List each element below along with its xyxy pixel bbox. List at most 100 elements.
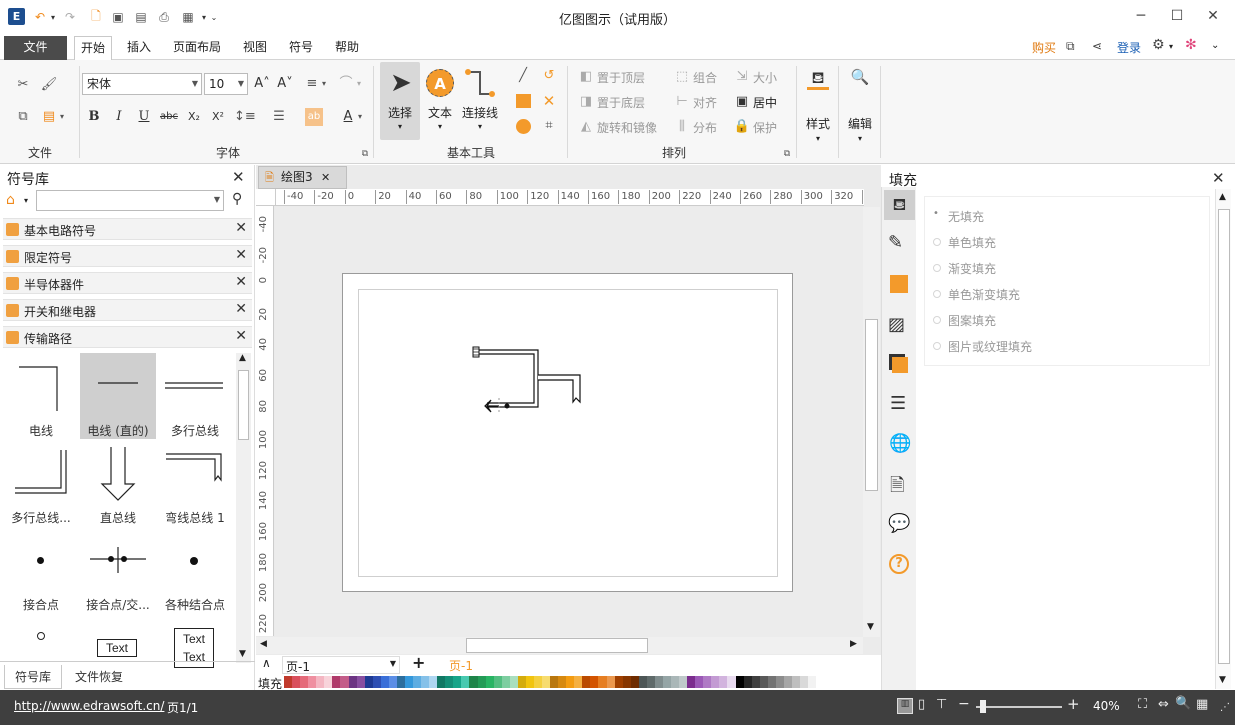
gear-icon[interactable]: ⚙ <box>1152 37 1165 53</box>
color-swatch[interactable] <box>767 676 776 688</box>
grow-font-icon[interactable]: A˄ <box>253 75 271 93</box>
color-swatch[interactable] <box>525 676 534 688</box>
edit-button[interactable]: 🔍 编辑 ▾ <box>845 68 875 148</box>
center-button[interactable]: 居中 <box>753 94 777 111</box>
shape-junction-cross[interactable]: 接合点/交... <box>80 527 156 613</box>
color-swatch[interactable] <box>396 676 405 688</box>
collapse-ribbon-icon[interactable]: ⌄ <box>1211 40 1219 51</box>
paste-icon[interactable]: ▤ <box>40 108 58 126</box>
color-swatch[interactable] <box>542 676 551 688</box>
close-icon[interactable]: ✕ <box>235 301 247 317</box>
attachment-icon[interactable]: 🗎 <box>890 473 904 503</box>
close-icon[interactable]: ✕ <box>235 220 247 236</box>
shape-open-circle[interactable] <box>3 614 79 650</box>
shape-multiline-bus-2[interactable]: 多行总线... <box>3 440 79 526</box>
copy-icon[interactable]: ⧉ <box>14 108 32 126</box>
select-tool-button[interactable]: ➤ 选择 ▾ <box>380 62 420 140</box>
shape-text-box[interactable]: Text <box>80 614 156 657</box>
page-tab-active[interactable]: 页-1 <box>449 657 473 674</box>
color-swatch[interactable] <box>461 676 470 688</box>
fill-panel-scrollbar[interactable]: ▲ ▼ <box>1215 189 1231 689</box>
fill-tool-icon[interactable]: ⛾ <box>884 190 915 220</box>
color-swatch[interactable] <box>509 676 518 688</box>
color-swatch[interactable] <box>582 676 591 688</box>
close-icon[interactable]: ✕ <box>321 167 330 188</box>
color-swatch[interactable] <box>308 676 317 688</box>
tab-home[interactable]: 开始 <box>74 36 113 61</box>
tab-symbol-library[interactable]: 符号库 <box>4 665 63 689</box>
library-item[interactable]: 基本电路符号 ✕ <box>3 218 252 240</box>
color-swatch[interactable] <box>751 676 760 688</box>
close-icon[interactable]: ✕ <box>235 247 247 263</box>
view-page-icon[interactable]: ▯ <box>918 697 925 712</box>
protect-button[interactable]: 保护 <box>753 119 777 136</box>
italic-button[interactable]: I <box>110 108 128 126</box>
send-to-back-button[interactable]: 置于底层 <box>597 94 645 111</box>
shape-straight-bus[interactable]: 直总线 <box>80 440 156 526</box>
tab-help[interactable]: 帮助 <box>329 36 365 60</box>
shape-straight-wire[interactable]: 电线 (直的) <box>80 353 156 439</box>
subscript-button[interactable]: X₂ <box>185 108 203 126</box>
color-swatch[interactable] <box>501 676 510 688</box>
rectangle-tool-icon[interactable] <box>516 94 531 108</box>
comment-icon[interactable]: 💬 <box>888 513 910 534</box>
connector-tool-button[interactable]: 连接线 ▾ <box>460 62 500 140</box>
drawn-wires[interactable] <box>465 340 585 420</box>
properties-icon[interactable]: ☰ <box>890 393 906 414</box>
buy-link[interactable]: 购买 <box>1032 39 1056 56</box>
line-tool-icon[interactable]: ╱ <box>514 67 532 85</box>
color-swatch[interactable] <box>477 676 486 688</box>
close-icon[interactable]: ✕ <box>1212 169 1225 187</box>
color-swatch[interactable] <box>316 676 325 688</box>
rotate-mirror-button[interactable]: 旋转和镜像 <box>597 119 657 136</box>
color-swatch[interactable] <box>654 676 663 688</box>
shrink-font-icon[interactable]: A˅ <box>276 75 294 93</box>
distribute-icon[interactable]: ⫼ <box>673 118 691 136</box>
scroll-right-icon[interactable]: ▶ <box>850 639 857 649</box>
scroll-up-icon[interactable]: ▲ <box>1219 192 1226 202</box>
shape-multiline-bus[interactable]: 多行总线 <box>157 353 233 439</box>
lock-icon[interactable]: 🔒 <box>733 118 751 136</box>
scroll-down-icon[interactable]: ▼ <box>1219 675 1226 685</box>
home-dropdown-icon[interactable]: ▾ <box>24 196 28 205</box>
crop-tool-icon[interactable]: ⌗ <box>540 117 558 135</box>
scroll-thumb[interactable] <box>1218 209 1230 664</box>
color-swatch[interactable] <box>606 676 615 688</box>
color-swatch[interactable] <box>646 676 655 688</box>
minimize-button[interactable]: ─ <box>1131 6 1151 26</box>
globe-icon[interactable]: 🌐 <box>889 433 911 454</box>
canvas-horizontal-scrollbar[interactable]: ◀ ▶ <box>256 637 863 654</box>
zoom-out-button[interactable]: − <box>958 696 970 712</box>
scroll-left-icon[interactable]: ◀ <box>260 639 267 649</box>
color-swatch[interactable] <box>679 676 688 688</box>
cut-icon[interactable]: ✂ <box>14 76 32 94</box>
color-swatch[interactable] <box>421 676 430 688</box>
color-swatch[interactable] <box>469 676 478 688</box>
login-link[interactable]: 登录 <box>1117 39 1141 56</box>
shape-list-scrollbar[interactable]: ▲ ▼ <box>236 353 251 663</box>
tab-insert[interactable]: 插入 <box>121 36 157 60</box>
bring-to-front-icon[interactable]: ◧ <box>577 68 595 86</box>
color-swatch[interactable] <box>638 676 647 688</box>
color-swatch[interactable] <box>703 676 712 688</box>
color-swatch[interactable] <box>533 676 542 688</box>
size-button[interactable]: 大小 <box>753 69 777 86</box>
strikethrough-button[interactable]: abc <box>158 108 180 126</box>
fit-page-icon[interactable]: ⛶ <box>1138 697 1147 712</box>
bullets-icon[interactable]: ☰ <box>270 108 288 126</box>
line-spacing-icon[interactable]: ↕≡ <box>234 108 256 126</box>
layers-icon[interactable] <box>892 357 908 373</box>
search-icon[interactable]: ⚲ <box>232 191 242 207</box>
color-swatch[interactable] <box>727 676 736 688</box>
distribute-button[interactable]: 分布 <box>693 119 717 136</box>
color-swatch[interactable] <box>517 676 526 688</box>
align-button[interactable]: 对齐 <box>693 94 717 111</box>
close-icon[interactable]: ✕ <box>235 274 247 290</box>
library-item[interactable]: 传输路径 ✕ <box>3 326 252 348</box>
scroll-thumb[interactable] <box>466 638 648 653</box>
color-swatch[interactable] <box>735 676 744 688</box>
home-icon[interactable]: ⌂ <box>6 192 15 208</box>
style-button[interactable]: ⛾ 样式 ▾ <box>803 68 833 148</box>
paste-dropdown-icon[interactable]: ▾ <box>58 108 66 126</box>
tab-file-recovery[interactable]: 文件恢复 <box>65 665 133 689</box>
